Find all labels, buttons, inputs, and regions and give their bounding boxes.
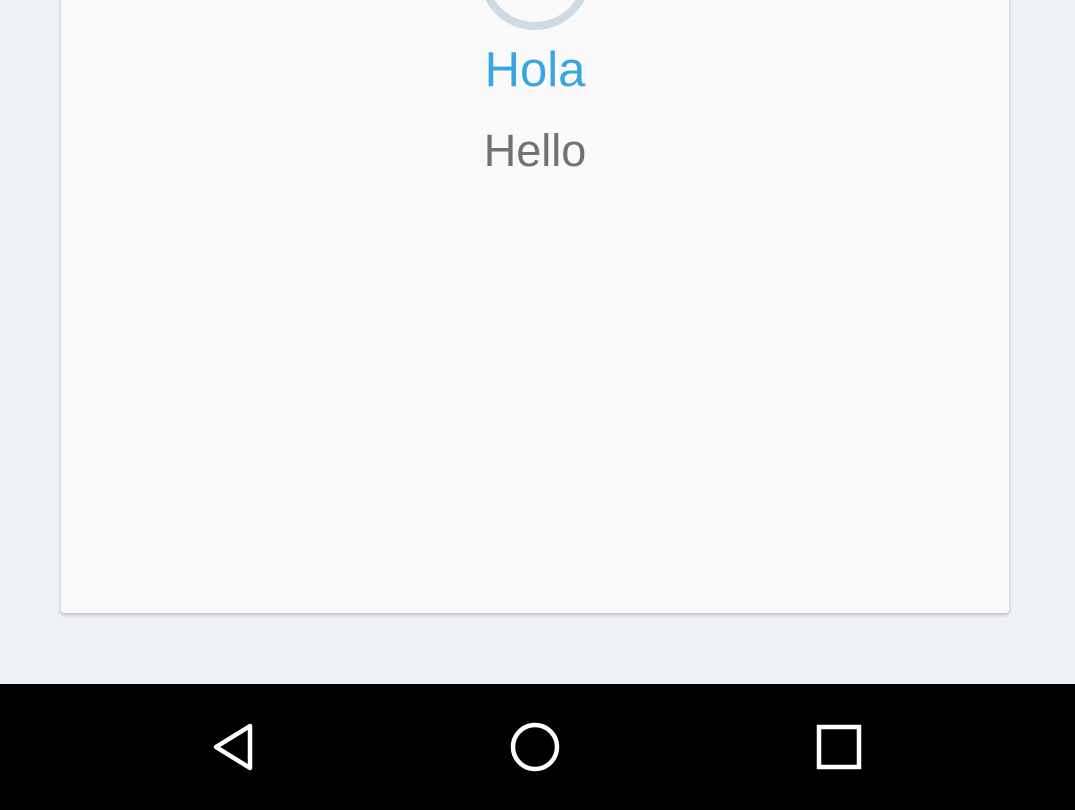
translated-word: Hola [484, 43, 586, 97]
home-button[interactable] [465, 684, 605, 810]
original-word: Hello [483, 125, 587, 176]
app-content-area: Hola Hello [0, 0, 1075, 684]
translation-card: Hola Hello [61, 0, 1009, 613]
screen: Hola Hello [0, 0, 1075, 810]
home-icon [510, 722, 560, 772]
recents-icon [816, 724, 862, 770]
system-navigation-bar [0, 684, 1075, 810]
recents-button[interactable] [769, 684, 909, 810]
avatar-ring [479, 0, 591, 30]
back-icon [213, 723, 253, 771]
back-button[interactable] [163, 684, 303, 810]
